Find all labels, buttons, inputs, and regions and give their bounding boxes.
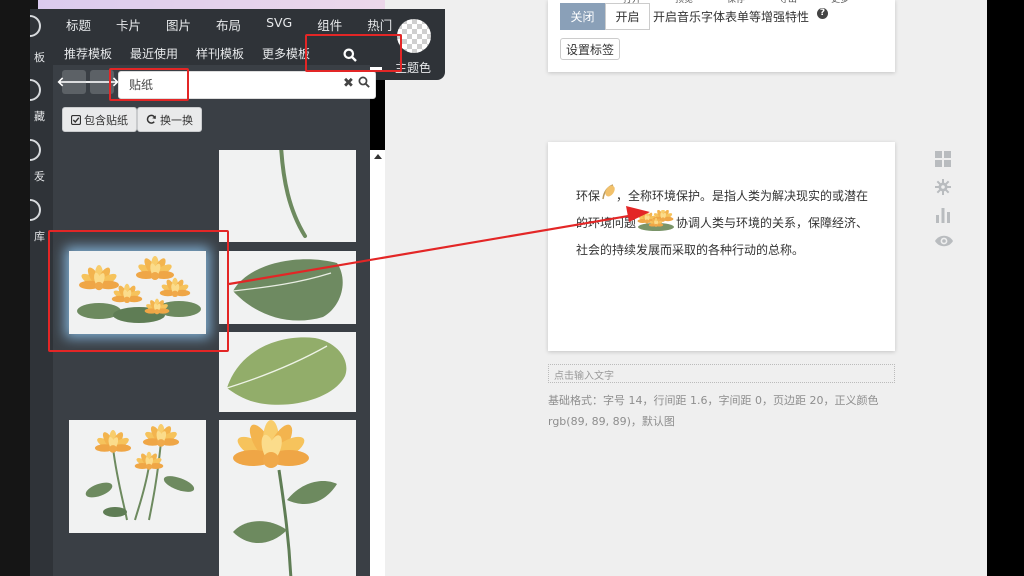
tab-title[interactable]: 标题 [66,15,91,34]
left-nav-item-3[interactable]: 叐 [34,168,45,184]
theme-color-avatar[interactable] [397,19,431,53]
top-toolbar: 打开 预览 保存 导出 更多 [623,0,849,5]
toggle-on-button[interactable]: 开启 [605,3,650,30]
nav-main-tabs: 标题 卡片 图片 布局 SVG 组件 热门 [66,15,417,34]
back-arrow-button[interactable]: 🡐 [57,70,91,94]
single-chrysanthemum-image [233,420,337,576]
include-sticker-label: 包含贴纸 [84,113,128,127]
refresh-label: 换一换 [160,113,193,127]
sticker-leaf-1[interactable] [219,251,356,324]
sticker-search-input[interactable]: 贴纸 [118,71,376,99]
nav-template-tabs: 推荐模板 最近使用 样刊模板 更多模板 [64,45,328,62]
text-input-hint[interactable]: 点击输入文字 [548,364,895,383]
search-submit-icon[interactable] [358,76,370,88]
stem-sticker-image [279,150,307,238]
left-nav-item-library[interactable]: 库 [34,228,45,244]
save-button[interactable]: 保存 [727,0,745,5]
nav-bullet-icon [30,15,41,37]
toggle-off-button[interactable]: 关闭 [560,3,605,30]
refresh-icon [146,114,156,124]
checkbox-checked-icon [71,114,81,125]
tab-sample-templates[interactable]: 样刊模板 [196,45,244,62]
sticker-chrysanthemum-bouquet[interactable] [69,420,206,533]
nav-bullet-icon [30,139,41,161]
chrysanthemum-bouquet-image [85,423,195,521]
scroll-up-icon[interactable] [374,154,382,159]
include-sticker-button[interactable]: 包含贴纸 [62,107,137,132]
theme-color-label: 主题色 [395,61,432,75]
right-edge [987,0,1024,576]
search-toolbar: 🡐 🡒 贴纸 ✖ 包含贴纸 换一换 [53,65,376,140]
tab-recently-used[interactable]: 最近使用 [130,45,178,62]
base-format-info: 基础格式：字号 14，行间距 1.6，字间距 0，页边距 20，正义颜色 rgb… [548,394,879,428]
leaf-sticker-image [232,259,343,321]
tab-svg[interactable]: SVG [266,15,292,34]
sticker-fragment-icon [602,184,615,200]
forward-arrow-button[interactable]: 🡒 [85,70,119,94]
chrysanthemum-cluster-image [77,256,201,323]
bar-chart-icon[interactable] [934,206,952,224]
tab-more-templates[interactable]: 更多模板 [262,45,310,62]
nav-bullet-icon [30,79,41,101]
preview-button[interactable]: 预览 [675,0,693,5]
set-label-button[interactable]: 设置标签 [560,38,621,60]
article-card: 环保 ，全称环境保护。是指人类为解决现实的或潜在的环境问题 协调人类与环境的关系，保… [548,142,895,351]
left-nav-item-template[interactable]: 板 [34,49,45,65]
tab-image[interactable]: 图片 [166,15,191,34]
help-icon[interactable]: ? [817,8,828,19]
nav-bullet-icon [30,199,41,221]
more-button[interactable]: 更多 [831,0,849,5]
tab-card[interactable]: 卡片 [116,15,141,34]
sticker-leaf-2[interactable] [219,332,356,412]
clear-search-icon[interactable]: ✖ [343,76,354,91]
sticker-single-chrysanthemum[interactable] [219,420,356,576]
editor-canvas-area: 打开 预览 保存 导出 更多 关闭 开启 开启音乐字体表单等增强特性 ? 设置标… [385,0,987,576]
leaf-sticker-image [226,337,347,405]
article-text[interactable]: 环保 ，全称环境保护。是指人类为解决现实的或潜在的环境问题 协调人类与环境的关系，保… [576,182,872,264]
sticker-chrysanthemum-cluster[interactable] [69,251,206,334]
inserted-sticker-icon [637,208,675,231]
tab-layout[interactable]: 布局 [216,15,241,34]
left-nav-item-favorite[interactable]: 藏 [34,108,45,124]
grid-icon[interactable] [934,150,952,168]
settings-card: 打开 预览 保存 导出 更多 关闭 开启 开启音乐字体表单等增强特性 ? 设置标… [548,0,895,72]
left-nav: 板 藏 叐 库 [30,9,53,576]
export-button[interactable]: 导出 [779,0,797,5]
refresh-button[interactable]: 换一换 [137,107,202,132]
tab-hot[interactable]: 热门 [367,15,392,34]
article-text-part1: 环保 [576,189,601,203]
side-toolbar [934,150,956,258]
enhance-description: 开启音乐字体表单等增强特性 [653,10,810,24]
search-icon [343,48,357,62]
sticker-stem[interactable] [219,150,356,242]
results-scrollbar[interactable] [370,150,385,576]
tab-component[interactable]: 组件 [317,15,342,34]
gear-icon[interactable] [934,178,952,196]
tab-recommended-templates[interactable]: 推荐模板 [64,45,112,62]
eye-icon[interactable] [934,234,954,248]
